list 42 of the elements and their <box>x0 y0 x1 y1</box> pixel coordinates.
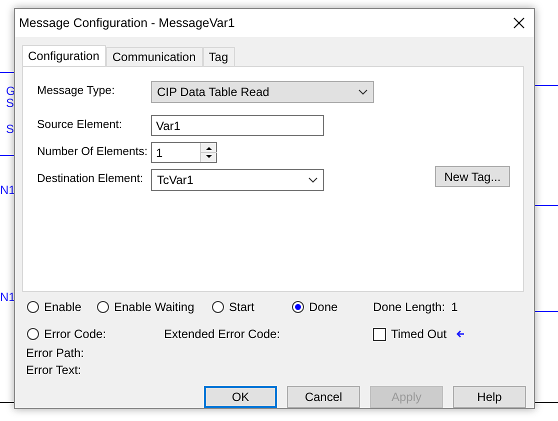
radio-button[interactable] <box>97 301 109 313</box>
checkbox-label: Timed Out <box>391 326 447 343</box>
radio-button[interactable] <box>212 301 224 313</box>
new-tag-button[interactable]: New Tag... <box>435 166 510 187</box>
tab[interactable]: Configuration <box>22 45 106 67</box>
background-label: S <box>6 123 14 135</box>
chevron-down-icon <box>308 177 318 183</box>
tab[interactable]: Tag <box>202 47 236 66</box>
checkbox[interactable] <box>373 328 386 340</box>
field-label: Error Text: <box>26 362 82 379</box>
field-label: Message Type: <box>37 84 116 100</box>
radio-label: Start <box>229 299 254 316</box>
radio-button[interactable] <box>292 301 304 313</box>
background-label: S <box>6 97 14 109</box>
dialog-button[interactable]: OK <box>204 386 277 408</box>
field-label: Error Path: <box>26 345 84 362</box>
background-label: N1 <box>0 184 16 196</box>
field-label: Source Element: <box>37 118 124 133</box>
left-arrow-icon <box>456 330 465 338</box>
field-label: Done Length: <box>373 299 446 316</box>
dialog-button[interactable]: Cancel <box>287 386 360 408</box>
radio-label: Done <box>309 299 338 316</box>
dialog-button[interactable]: Help <box>453 386 526 408</box>
field-label: Destination Element: <box>37 172 144 188</box>
field-label: Extended Error Code: <box>164 326 282 343</box>
window-title: Message Configuration - MessageVar1 <box>19 14 235 32</box>
radio-label: Enable Waiting <box>114 299 194 316</box>
radio-button[interactable] <box>27 301 39 313</box>
radio-label: Error Code: <box>44 326 106 343</box>
background-label: N1 <box>0 291 16 303</box>
radio-label: Enable <box>44 299 82 316</box>
close-icon[interactable] <box>513 17 525 29</box>
message-type-dropdown[interactable]: CIP Data Table Read <box>151 81 374 103</box>
spin-arrows-icon <box>200 143 216 162</box>
source-element-field[interactable]: Var1 <box>151 115 324 136</box>
tab[interactable]: Communication <box>106 47 203 66</box>
chevron-down-icon <box>358 89 368 95</box>
field-label: Number Of Elements: <box>37 144 149 160</box>
destination-element-dropdown[interactable]: TcVar1 <box>151 169 324 191</box>
field-value: 1 <box>451 299 458 316</box>
number-of-elements-spinbox[interactable]: 1 <box>151 142 217 163</box>
radio-button[interactable] <box>27 328 39 340</box>
